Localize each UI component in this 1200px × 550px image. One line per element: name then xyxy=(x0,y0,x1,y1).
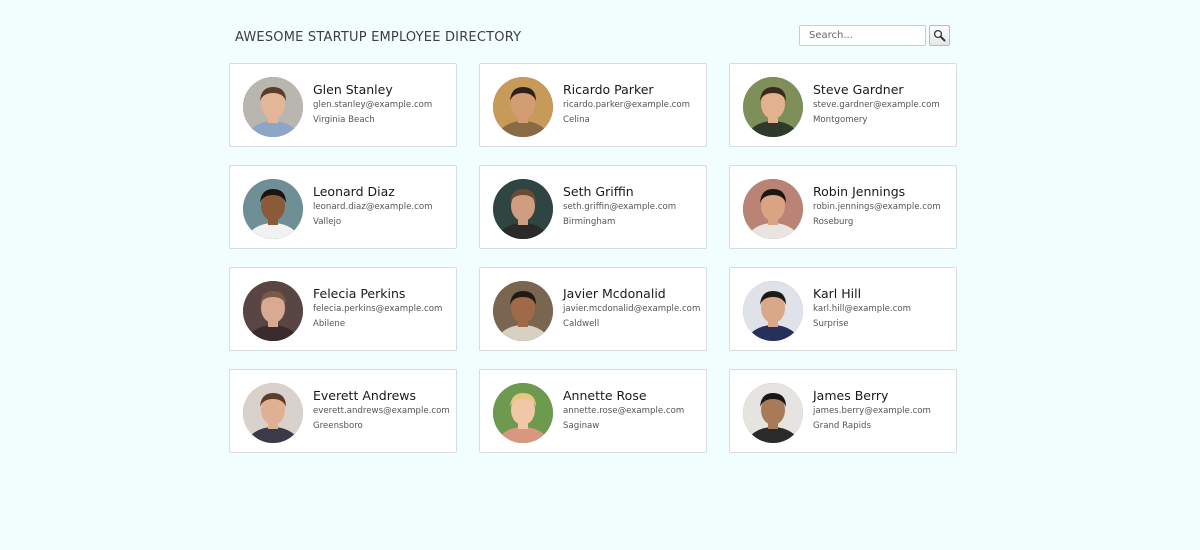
employee-info: Karl Hill karl.hill@example.com Surprise xyxy=(813,286,952,330)
employee-city: Surprise xyxy=(813,319,849,329)
employee-city: Roseburg xyxy=(813,217,854,227)
employee-name: Everett Andrews xyxy=(313,388,417,403)
employee-card[interactable]: Glen Stanley glen.stanley@example.com Virg… xyxy=(229,63,457,147)
employee-info: Everett Andrews everett.andrews@example.c… xyxy=(313,388,452,432)
employee-avatar xyxy=(743,383,803,443)
employee-avatar xyxy=(243,281,303,341)
employee-city: Celina xyxy=(563,115,590,125)
employee-info: Steve Gardner steve.gardner@example.com Mo… xyxy=(813,82,952,126)
employee-name: Karl Hill xyxy=(813,286,862,301)
employee-info: James Berry james.berry@example.com Grand … xyxy=(813,388,952,432)
employee-info: Ricardo Parker ricardo.parker@example.com… xyxy=(563,82,702,126)
employee-avatar xyxy=(743,179,803,239)
employee-info: Glen Stanley glen.stanley@example.com Virg… xyxy=(313,82,452,126)
employee-email: karl.hill@example.com xyxy=(813,304,912,314)
employee-avatar xyxy=(243,77,303,137)
employee-email: felecia.perkins@example.com xyxy=(313,304,443,314)
employee-email: javier.mcdonalid@example.com xyxy=(563,304,701,314)
employee-city: Caldwell xyxy=(563,319,600,329)
employee-email: glen.stanley@example.com xyxy=(313,100,433,110)
employee-city: Greensboro xyxy=(313,421,363,431)
employee-city: Birmingham xyxy=(563,217,616,227)
employee-card[interactable]: Karl Hill karl.hill@example.com Surprise xyxy=(729,267,957,351)
employee-email: robin.jennings@example.com xyxy=(813,202,941,212)
employee-city: Virginia Beach xyxy=(313,115,375,125)
search-button[interactable] xyxy=(929,25,950,46)
employee-city: Abilene xyxy=(313,319,346,329)
employee-name: Annette Rose xyxy=(563,388,647,403)
employee-info: Leonard Diaz leonard.diaz@example.com Vall… xyxy=(313,184,452,228)
employee-name: Seth Griffin xyxy=(563,184,634,199)
employee-card[interactable]: Robin Jennings robin.jennings@example.com… xyxy=(729,165,957,249)
employee-name: Robin Jennings xyxy=(813,184,906,199)
employee-card[interactable]: Seth Griffin seth.griffin@example.com Birm… xyxy=(479,165,707,249)
employee-card[interactable]: Steve Gardner steve.gardner@example.com Mo… xyxy=(729,63,957,147)
employee-card[interactable]: James Berry james.berry@example.com Grand … xyxy=(729,369,957,453)
employee-avatar xyxy=(243,383,303,443)
employee-name: Ricardo Parker xyxy=(563,82,654,97)
employee-info: Felecia Perkins felecia.perkins@example.c… xyxy=(313,286,452,330)
employee-name: James Berry xyxy=(813,388,889,403)
employee-info: Seth Griffin seth.griffin@example.com Birm… xyxy=(563,184,702,228)
employee-card[interactable]: Annette Rose annette.rose@example.com Sagi… xyxy=(479,369,707,453)
employee-info: Robin Jennings robin.jennings@example.com… xyxy=(813,184,952,228)
employee-name: Felecia Perkins xyxy=(313,286,406,301)
employee-city: Grand Rapids xyxy=(813,421,871,431)
employee-email: steve.gardner@example.com xyxy=(813,100,940,110)
employee-gallery: Glen Stanley glen.stanley@example.com Virg… xyxy=(229,63,957,453)
employee-email: ricardo.parker@example.com xyxy=(563,100,691,110)
employee-email: everett.andrews@example.com xyxy=(313,406,450,416)
employee-avatar xyxy=(493,383,553,443)
search-input[interactable] xyxy=(799,25,926,46)
employee-info: Annette Rose annette.rose@example.com Sagi… xyxy=(563,388,702,432)
employee-city: Montgomery xyxy=(813,115,868,125)
employee-avatar xyxy=(493,281,553,341)
employee-avatar xyxy=(743,281,803,341)
employee-card[interactable]: Ricardo Parker ricardo.parker@example.com… xyxy=(479,63,707,147)
employee-card[interactable]: Javier Mcdonalid javier.mcdonalid@example… xyxy=(479,267,707,351)
employee-name: Leonard Diaz xyxy=(313,184,395,199)
employee-name: Steve Gardner xyxy=(813,82,904,97)
employee-email: leonard.diaz@example.com xyxy=(313,202,433,212)
search-form xyxy=(799,25,950,46)
employee-avatar xyxy=(743,77,803,137)
employee-city: Vallejo xyxy=(313,217,342,227)
search-icon xyxy=(933,29,946,42)
page-title: AWESOME STARTUP EMPLOYEE DIRECTORY xyxy=(235,30,522,45)
employee-email: annette.rose@example.com xyxy=(563,406,685,416)
employee-avatar xyxy=(493,179,553,239)
employee-info: Javier Mcdonalid javier.mcdonalid@example… xyxy=(563,286,702,330)
employee-email: seth.griffin@example.com xyxy=(563,202,677,212)
employee-avatar xyxy=(243,179,303,239)
employee-card[interactable]: Leonard Diaz leonard.diaz@example.com Vall… xyxy=(229,165,457,249)
employee-card[interactable]: Everett Andrews everett.andrews@example.c… xyxy=(229,369,457,453)
employee-card[interactable]: Felecia Perkins felecia.perkins@example.c… xyxy=(229,267,457,351)
employee-avatar xyxy=(493,77,553,137)
employee-city: Saginaw xyxy=(563,421,600,431)
employee-name: Javier Mcdonalid xyxy=(563,286,666,301)
employee-name: Glen Stanley xyxy=(313,82,393,97)
employee-email: james.berry@example.com xyxy=(813,406,931,416)
